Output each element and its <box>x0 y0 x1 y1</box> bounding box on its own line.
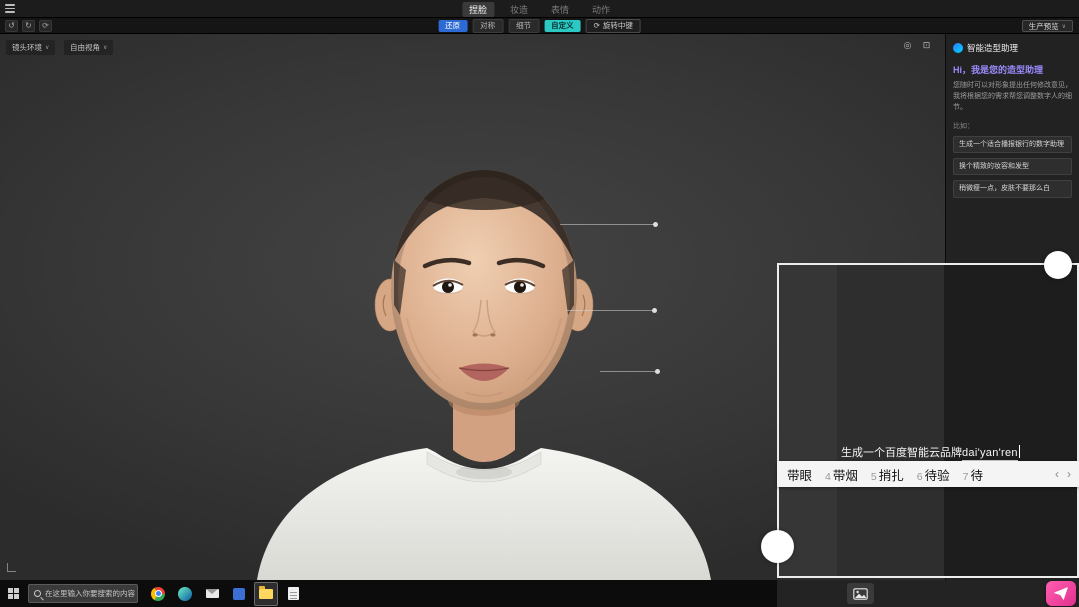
taskbar-icon-folder-active[interactable] <box>254 582 278 606</box>
tab-face-sculpt[interactable]: 捏脸 <box>462 2 494 17</box>
custom-button[interactable]: 自定义 <box>544 20 581 33</box>
candidate-index: 5 <box>871 471 877 483</box>
taskbar-search-input[interactable]: 在这里输入你要搜索的内容 <box>28 584 138 603</box>
free-view-label: 自由视角 <box>70 42 100 53</box>
start-button[interactable] <box>0 580 26 607</box>
menu-icon[interactable] <box>0 0 20 18</box>
candidate-index: 7 <box>963 471 969 483</box>
ime-prev-icon[interactable]: ‹ <box>1055 467 1059 481</box>
eye-toggle-icon[interactable]: ◎ <box>901 39 914 52</box>
symmetry-button[interactable]: 对称 <box>472 19 503 34</box>
camera-env-label: 镜头环境 <box>12 42 42 53</box>
history-buttons: ↺ ↻ ⟳ <box>5 20 52 32</box>
ime-candidate[interactable]: 5 捎扎 <box>871 465 904 484</box>
assistant-greeting: Hi，我是您的造型助理 <box>953 63 1072 76</box>
taskbar-icon-notes[interactable] <box>281 582 305 606</box>
taskbar-icon-mail[interactable] <box>200 582 224 606</box>
ime-next-icon[interactable]: › <box>1067 467 1071 481</box>
assistant-description: 您随时可以对形象提出任何修改意见，我将根据您的需求帮您调整数字人的细节。 <box>953 81 1072 114</box>
ime-candidate[interactable]: 6 待验 <box>917 465 950 484</box>
ime-candidate-bar: 带眼 4 带烟 5 捎扎 6 待验 7 待 ‹ › <box>777 461 1079 487</box>
reset-button[interactable]: 还原 <box>438 20 467 33</box>
search-placeholder: 在这里输入你要搜索的内容 <box>45 588 135 599</box>
notes-icon <box>288 587 299 600</box>
suggestion-chip[interactable]: 稍微瘦一点，皮肤不要那么白 <box>953 180 1072 197</box>
cursor-highlight-circle <box>1044 251 1072 279</box>
titlebar: 捏脸 妆造 表情 动作 <box>0 0 1079 18</box>
rotate-icon: ⟳ <box>594 22 600 30</box>
digital-human-figure <box>257 100 717 580</box>
ime-paging: ‹ › <box>1055 467 1071 481</box>
assistant-header: 智能造型助理 <box>953 42 1072 54</box>
taskbar-icon-app[interactable] <box>227 582 251 606</box>
tab-makeup[interactable]: 妆造 <box>503 2 535 17</box>
undo-icon[interactable]: ↺ <box>5 20 18 32</box>
ime-candidate[interactable]: 带眼 <box>785 465 812 484</box>
rotate-middle-label: 旋转中键 <box>603 22 633 30</box>
candidate-index: 4 <box>825 471 831 483</box>
assistant-avatar-icon <box>953 43 963 53</box>
paper-plane-icon <box>1054 587 1068 600</box>
ime-candidate[interactable]: 7 待 <box>963 465 983 484</box>
taskbar-icon-chrome[interactable] <box>146 582 170 606</box>
main-tabs: 捏脸 妆造 表情 动作 <box>462 0 617 18</box>
taskbar-icon-edge[interactable] <box>173 582 197 606</box>
camera-env-dropdown[interactable]: 镜头环境 ∨ <box>6 40 55 55</box>
rotate-middle-button[interactable]: ⟳ 旋转中键 <box>586 19 641 34</box>
capture-overlay-window: 生成一个百度智能云品牌 dai'yan'ren 带眼 4 带烟 5 捎扎 6 待… <box>777 263 1079 578</box>
refresh-icon[interactable]: ⟳ <box>39 20 52 32</box>
candidate-index: 6 <box>917 471 923 483</box>
redo-icon[interactable]: ↻ <box>22 20 35 32</box>
ime-composition-text: dai'yan'ren <box>962 447 1018 461</box>
folder-icon <box>259 589 273 599</box>
assistant-input-bar <box>777 580 1079 607</box>
search-icon <box>34 590 41 597</box>
candidate-text: 待验 <box>925 465 950 484</box>
production-preview-button[interactable]: 生产预览 ∨ <box>1022 20 1073 32</box>
edit-mode-buttons: 还原 对称 细节 自定义 ⟳ 旋转中键 <box>438 18 641 34</box>
fullscreen-icon[interactable]: ⊡ <box>920 39 933 52</box>
free-view-dropdown[interactable]: 自由视角 ∨ <box>64 40 113 55</box>
overlay-panel-shade <box>944 265 1077 576</box>
view-controls: ◎ ⊡ <box>901 39 933 52</box>
committed-text: 生成一个百度智能云品牌 <box>841 444 962 460</box>
detail-button[interactable]: 细节 <box>508 19 539 34</box>
taskbar-icons <box>146 582 305 606</box>
face-guide-brow[interactable] <box>560 224 655 225</box>
text-caret <box>1019 445 1021 458</box>
overlay-background <box>779 265 837 576</box>
tab-expression[interactable]: 表情 <box>544 2 576 17</box>
candidate-text: 带烟 <box>833 465 858 484</box>
cursor-highlight-circle <box>761 530 794 563</box>
mail-icon <box>206 589 219 598</box>
chevron-down-icon: ∨ <box>103 44 107 51</box>
candidate-text: 捎扎 <box>879 465 904 484</box>
image-icon <box>853 588 868 600</box>
face-guide-eye[interactable] <box>566 310 654 311</box>
chevron-down-icon: ∨ <box>45 44 49 51</box>
candidate-text: 待 <box>970 465 983 484</box>
assistant-example-label: 比如： <box>953 121 1072 131</box>
ime-candidate[interactable]: 4 带烟 <box>825 465 858 484</box>
chevron-down-icon: ∨ <box>1062 23 1066 30</box>
assistant-title: 智能造型助理 <box>967 42 1018 54</box>
send-button[interactable] <box>1046 581 1076 606</box>
production-preview-label: 生产预览 <box>1029 21 1059 32</box>
corner-marker-icon <box>7 563 16 572</box>
suggestion-chip[interactable]: 生成一个适合播报银行的数字助理 <box>953 136 1072 153</box>
image-upload-button[interactable] <box>847 583 874 604</box>
windows-logo-icon <box>8 588 19 599</box>
edge-icon <box>178 587 192 601</box>
toolbar: ↺ ↻ ⟳ 还原 对称 细节 自定义 ⟳ 旋转中键 生产预览 ∨ <box>0 18 1079 34</box>
face-guide-mouth[interactable] <box>600 371 657 372</box>
suggestion-chip[interactable]: 换个精致的妆容和发型 <box>953 158 1072 175</box>
tab-motion[interactable]: 动作 <box>585 2 617 17</box>
app-window: 捏脸 妆造 表情 动作 ↺ ↻ ⟳ 还原 对称 细节 自定义 ⟳ 旋转中键 生产… <box>0 0 1079 607</box>
chrome-icon <box>151 587 165 601</box>
candidate-text: 带眼 <box>787 465 812 484</box>
chat-input-text[interactable]: 生成一个百度智能云品牌 dai'yan'ren <box>841 443 1020 461</box>
app-icon <box>233 588 245 600</box>
